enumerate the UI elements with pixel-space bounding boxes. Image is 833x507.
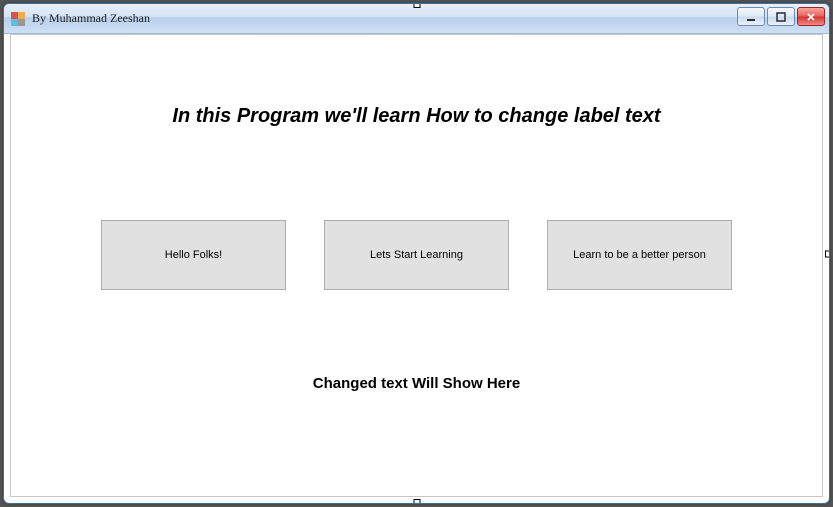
button-label: Lets Start Learning <box>370 249 463 261</box>
resize-handle-right[interactable] <box>825 250 830 257</box>
hello-folks-button[interactable]: Hello Folks! <box>101 220 286 290</box>
close-button[interactable] <box>797 7 825 26</box>
window-controls <box>737 7 825 26</box>
minimize-icon <box>746 12 756 22</box>
close-icon <box>806 12 816 22</box>
heading-label: In this Program we'll learn How to chang… <box>11 105 822 128</box>
app-icon <box>10 11 26 27</box>
app-window: By Muhammad Zeeshan In this Program we'l… <box>3 3 830 504</box>
output-label: Changed text Will Show Here <box>11 375 822 392</box>
button-row: Hello Folks! Lets Start Learning Learn t… <box>101 220 732 290</box>
button-label: Learn to be a better person <box>573 249 706 261</box>
maximize-icon <box>776 12 786 22</box>
better-person-button[interactable]: Learn to be a better person <box>547 220 732 290</box>
maximize-button[interactable] <box>767 7 795 26</box>
window-title: By Muhammad Zeeshan <box>32 11 150 26</box>
minimize-button[interactable] <box>737 7 765 26</box>
titlebar: By Muhammad Zeeshan <box>4 4 829 34</box>
resize-handle-bottom[interactable] <box>413 499 420 504</box>
button-label: Hello Folks! <box>165 249 222 261</box>
start-learning-button[interactable]: Lets Start Learning <box>324 220 509 290</box>
client-area: In this Program we'll learn How to chang… <box>10 34 823 497</box>
